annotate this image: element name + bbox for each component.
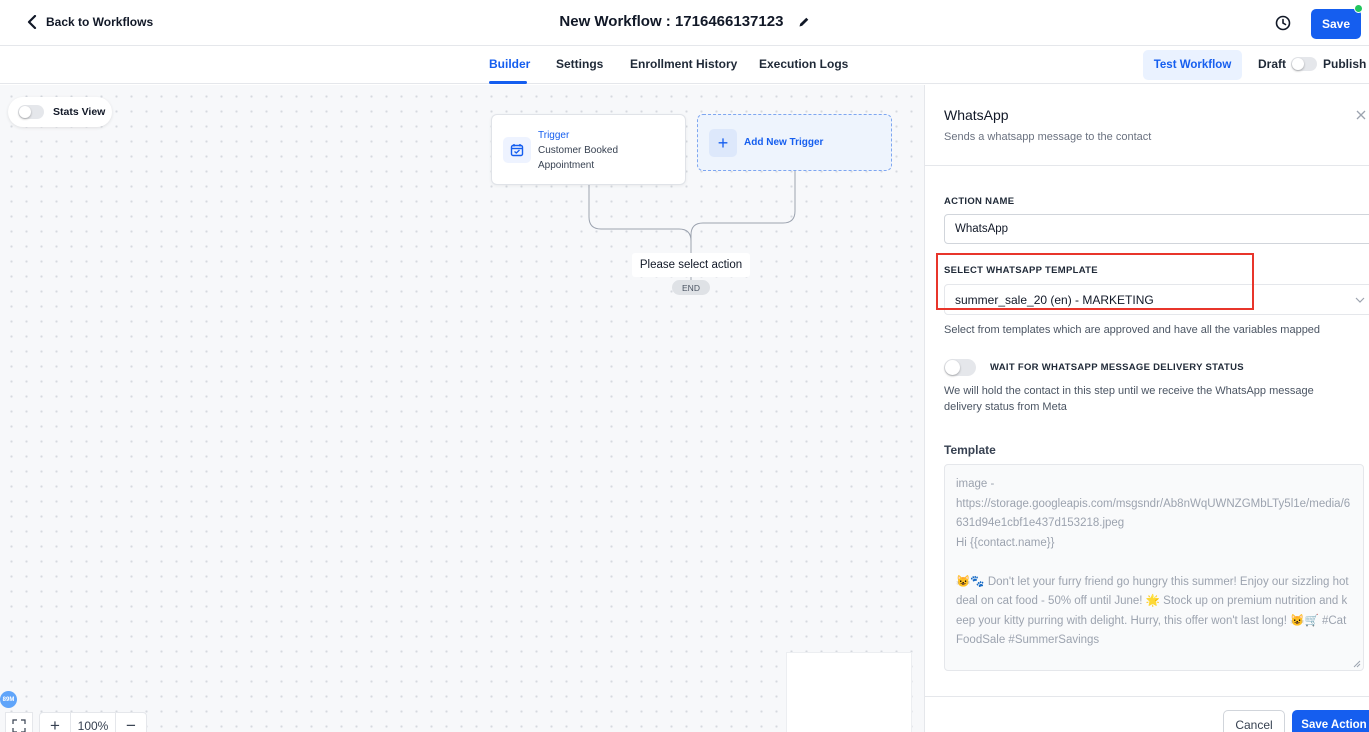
- action-name-input[interactable]: WhatsApp: [944, 214, 1369, 244]
- fit-view-button[interactable]: [5, 712, 33, 732]
- trigger-node-name: Customer Booked Appointment: [538, 145, 619, 171]
- workflow-canvas[interactable]: Stats View Trigger Customer Booked Appoi…: [0, 85, 924, 732]
- active-tab-indicator: [489, 81, 527, 84]
- test-workflow-button[interactable]: Test Workflow: [1143, 50, 1242, 80]
- avatar[interactable]: 89M: [0, 691, 17, 708]
- close-icon[interactable]: [1355, 109, 1367, 121]
- toggle-knob: [945, 360, 960, 375]
- tab-execution-logs[interactable]: Execution Logs: [759, 57, 848, 71]
- add-new-trigger-label: Add New Trigger: [744, 137, 824, 148]
- panel-footer-divider: [925, 696, 1369, 697]
- action-name-label: ACTION NAME: [944, 196, 1015, 207]
- zoom-level: 100%: [70, 713, 116, 732]
- end-node: END: [672, 280, 710, 295]
- status-dot: [1354, 4, 1363, 13]
- tab-builder[interactable]: Builder: [489, 57, 530, 71]
- panel-subtitle: Sends a whatsapp message to the contact: [944, 131, 1152, 143]
- plus-icon: +: [709, 129, 737, 157]
- workflow-title: New Workflow : 1716466137123: [0, 13, 1369, 30]
- publish-label: Publish: [1323, 57, 1367, 71]
- chevron-down-icon: [1355, 297, 1365, 303]
- minimap-panel: [786, 652, 912, 732]
- add-new-trigger-node[interactable]: + Add New Trigger: [697, 114, 892, 171]
- draft-label: Draft: [1258, 57, 1287, 71]
- select-action-node[interactable]: Please select action: [632, 253, 750, 277]
- panel-title: WhatsApp: [944, 107, 1009, 123]
- toggle-knob: [1292, 58, 1304, 70]
- workflow-title-text: New Workflow : 1716466137123: [559, 13, 784, 30]
- template-helper-text: Select from templates which are approved…: [944, 324, 1321, 336]
- resize-handle-icon[interactable]: [1353, 660, 1361, 668]
- whatsapp-template-value: summer_sale_20 (en) - MARKETING: [955, 292, 1154, 307]
- trigger-node[interactable]: Trigger Customer Booked Appointment: [491, 114, 686, 185]
- zoom-group: + 100% −: [39, 712, 147, 732]
- top-header: Back to Workflows New Workflow : 1716466…: [0, 0, 1369, 46]
- wait-delivery-row: WAIT FOR WHATSAPP MESSAGE DELIVERY STATU…: [944, 359, 1244, 376]
- template-preview-textarea[interactable]: image - https://storage.googleapis.com/m…: [944, 464, 1364, 671]
- template-preview-label: Template: [944, 443, 996, 457]
- save-button[interactable]: Save: [1311, 9, 1361, 39]
- wait-delivery-helper: We will hold the contact in this step un…: [944, 385, 1314, 413]
- save-action-button[interactable]: Save Action: [1292, 710, 1369, 732]
- publish-toggle[interactable]: [1291, 57, 1317, 71]
- zoom-in-button[interactable]: +: [40, 713, 70, 732]
- tab-settings[interactable]: Settings: [556, 57, 603, 71]
- tab-enrollment-history[interactable]: Enrollment History: [630, 57, 737, 71]
- cancel-button[interactable]: Cancel: [1223, 710, 1285, 732]
- wait-delivery-label: WAIT FOR WHATSAPP MESSAGE DELIVERY STATU…: [990, 362, 1244, 373]
- action-settings-panel: WhatsApp Sends a whatsapp message to the…: [924, 85, 1369, 732]
- whatsapp-template-select[interactable]: summer_sale_20 (en) - MARKETING: [944, 284, 1369, 315]
- whatsapp-template-label: SELECT WHATSAPP TEMPLATE: [944, 265, 1098, 276]
- zoom-out-button[interactable]: −: [116, 713, 146, 732]
- connector-lines: [588, 171, 796, 280]
- panel-divider: [925, 165, 1369, 166]
- wait-delivery-toggle[interactable]: [944, 359, 976, 376]
- expand-icon: [12, 719, 26, 732]
- zoom-controls: + 100% −: [5, 712, 147, 732]
- trigger-node-header: Trigger: [538, 130, 570, 141]
- pencil-icon[interactable]: [798, 16, 810, 28]
- calendar-check-icon: [503, 137, 531, 163]
- history-icon[interactable]: [1274, 14, 1292, 32]
- tabs-bar: Builder Settings Enrollment History Exec…: [0, 46, 1369, 84]
